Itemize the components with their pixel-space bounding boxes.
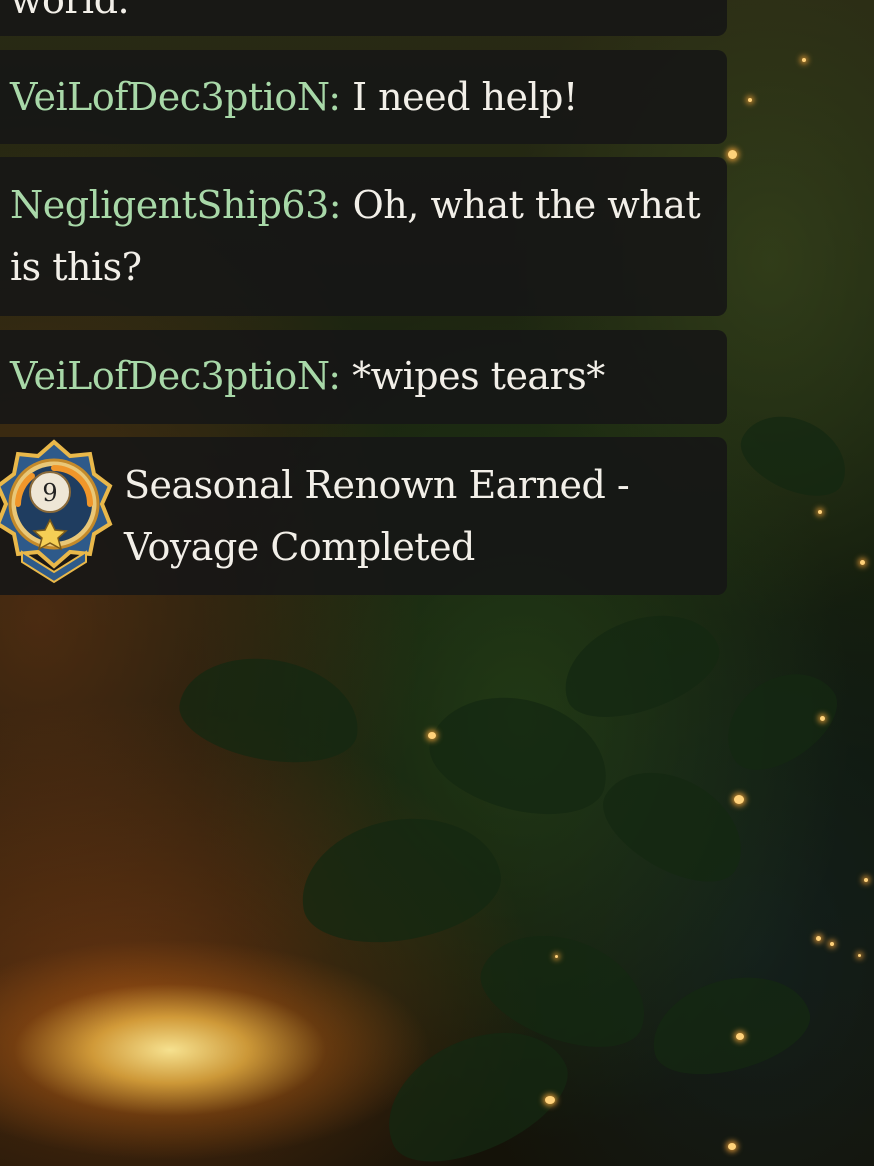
chat-username[interactable]: NegligentShip63: [10, 183, 342, 227]
chat-message: VeiLofDec3ptioN: *wipes tears* [0, 330, 727, 424]
ember-particle [545, 1096, 555, 1104]
foliage-leaf [587, 748, 763, 902]
ember-particle [858, 954, 861, 957]
chat-message-text: *wipes tears* [340, 354, 605, 398]
foliage-leaf [707, 652, 853, 788]
ember-particle [428, 732, 436, 739]
chat-username[interactable]: VeiLofDec3ptioN: [10, 75, 341, 119]
ember-particle [734, 795, 744, 804]
renown-level-number: 9 [42, 479, 57, 507]
chat-message-text: I need help! [340, 75, 578, 119]
chat-message: VeiLofDec3ptioN: I need help! [0, 50, 727, 144]
chat-username[interactable]: VeiLofDec3ptioN: [10, 354, 341, 398]
ember-particle [830, 942, 834, 946]
ember-particle [816, 936, 821, 941]
renown-notification-text: Seasonal Renown Earned - Voyage Complete… [124, 463, 630, 569]
ember-particle [555, 955, 558, 958]
renown-level-badge-icon: 9 [0, 439, 113, 584]
ember-particle [736, 1033, 744, 1040]
foliage-leaf [549, 595, 731, 735]
ember-particle [864, 878, 868, 882]
chat-feed: world. VeiLofDec3ptioN: I need help! Neg… [0, 0, 874, 600]
chat-message: NegligentShip63: Oh, what the what is th… [0, 157, 727, 316]
foliage-leaf [172, 645, 368, 775]
ember-particle [820, 716, 825, 721]
foliage-leaf [641, 960, 819, 1090]
foliage-leaf [291, 803, 509, 957]
chat-message-partial: world. [0, 0, 727, 36]
chat-message-text: world. [10, 0, 130, 22]
ember-particle [728, 1143, 736, 1150]
